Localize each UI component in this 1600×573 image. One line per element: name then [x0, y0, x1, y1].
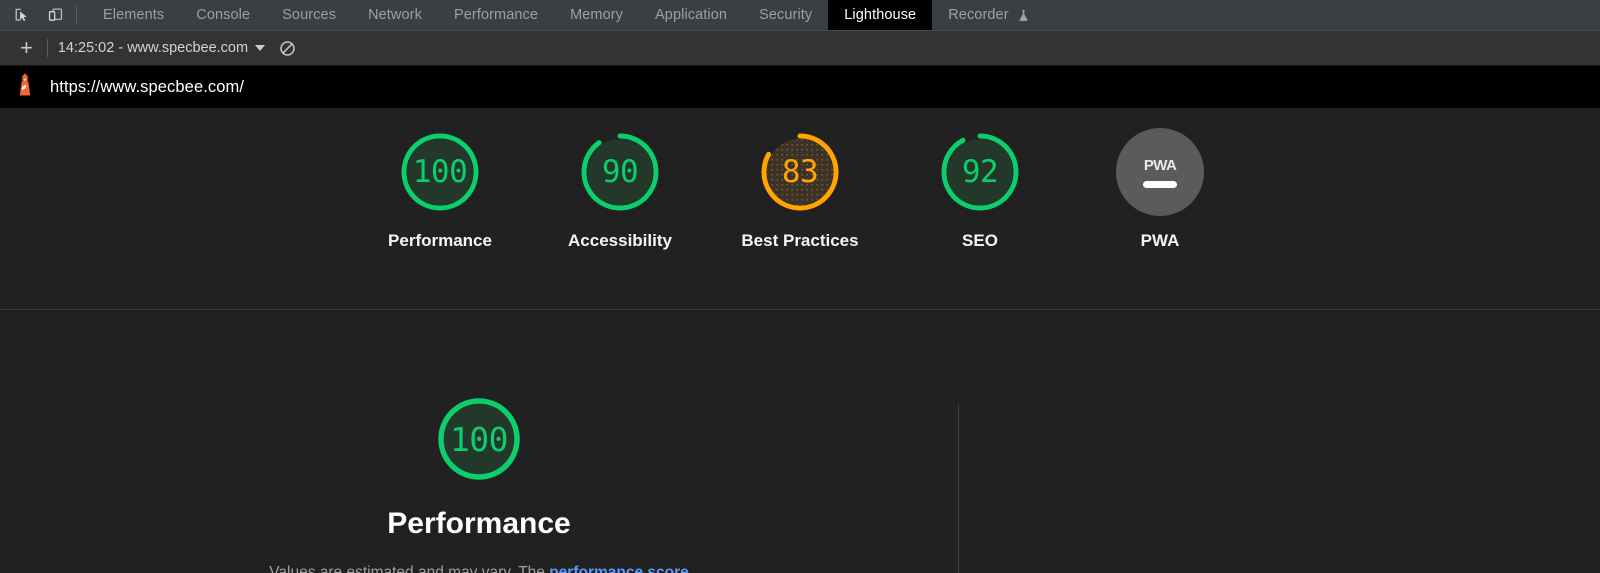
gauge-ring: 90	[576, 128, 664, 216]
category-header: 100 Performance Values are estimated and…	[0, 310, 958, 573]
devtools-tabs: Elements Console Sources Network Perform…	[87, 0, 1046, 30]
devtools-tool-icons	[0, 0, 72, 30]
lighthouse-logo-icon	[14, 72, 36, 103]
tab-label: Lighthouse	[844, 7, 917, 23]
category-title: Performance	[387, 507, 571, 540]
tab-elements[interactable]: Elements	[87, 0, 180, 30]
inspect-element-icon[interactable]	[10, 4, 32, 26]
gauge-ring: 83	[756, 128, 844, 216]
tab-memory[interactable]: Memory	[554, 0, 639, 30]
gauge-score: 90	[601, 154, 639, 190]
category-disclaimer: Values are estimated and may vary. The p…	[269, 563, 689, 573]
gauge-score: 83	[781, 154, 819, 190]
gauge-accessibility[interactable]: 90 Accessibility	[556, 128, 684, 254]
pwa-word: PWA	[1143, 156, 1177, 174]
new-report-button[interactable]: +	[12, 37, 41, 59]
tab-recorder[interactable]: Recorder	[932, 0, 1045, 30]
gauge-label: Best Practices	[741, 231, 859, 250]
gauge-label: Performance	[388, 231, 492, 250]
tab-security[interactable]: Security	[743, 0, 828, 30]
tab-sources[interactable]: Sources	[266, 0, 352, 30]
pwa-badge: PWA	[1116, 128, 1204, 216]
chevron-down-icon	[255, 45, 266, 51]
tab-performance[interactable]: Performance	[438, 0, 554, 30]
disclaimer-text: Values are estimated and may vary. The	[269, 564, 550, 573]
tab-label: Network	[368, 7, 422, 23]
tab-network[interactable]: Network	[352, 0, 438, 30]
gauge-best-practices[interactable]: 83 Best Practices	[736, 128, 864, 254]
gauge-seo[interactable]: 92 SEO	[916, 128, 1044, 254]
flask-icon	[1017, 9, 1030, 22]
gauge-performance[interactable]: 100 Performance	[376, 128, 504, 254]
report-url-bar: https://www.specbee.com/	[0, 66, 1600, 108]
category-gauge[interactable]: 100	[433, 393, 525, 485]
device-toolbar-icon[interactable]	[44, 4, 66, 26]
tab-label: Recorder	[948, 7, 1009, 23]
gauge-pwa[interactable]: PWA PWA	[1096, 128, 1224, 254]
tab-label: Console	[196, 7, 251, 23]
category-gauge-score: 100	[449, 419, 509, 459]
tab-label: Memory	[570, 7, 624, 23]
report-run-label: 14:25:02 - www.specbee.com	[57, 40, 249, 56]
performance-score-link[interactable]: performance score	[549, 564, 689, 573]
toolbar-separator	[46, 39, 48, 57]
gauge-score: 100	[412, 154, 468, 190]
tab-console[interactable]: Console	[180, 0, 266, 30]
report-run-selector[interactable]: 14:25:02 - www.specbee.com	[57, 40, 266, 56]
tab-label: Elements	[103, 7, 165, 23]
category-detail-section: 100 Performance Values are estimated and…	[0, 310, 1600, 573]
section-vertical-divider	[958, 404, 959, 573]
gauge-ring: 92	[936, 128, 1024, 216]
report-url: https://www.specbee.com/	[50, 77, 245, 96]
tab-label: Sources	[282, 7, 337, 23]
gauge-label: Accessibility	[568, 231, 672, 250]
gauge-ring: 100	[396, 128, 484, 216]
devtools-tab-bar: Elements Console Sources Network Perform…	[0, 0, 1600, 31]
tab-label: Performance	[453, 7, 539, 23]
score-summary: 100 Performance 90 Accessibility 83 Best…	[0, 108, 1600, 310]
pwa-dash-icon	[1143, 180, 1177, 188]
gauge-label: SEO	[962, 231, 998, 250]
tab-label: Application	[655, 7, 728, 23]
tab-application[interactable]: Application	[639, 0, 743, 30]
toolbar-divider	[76, 6, 77, 24]
gauge-label: PWA	[1140, 231, 1180, 250]
tab-label: Security	[759, 7, 813, 23]
tab-lighthouse[interactable]: Lighthouse	[828, 0, 933, 30]
gauge-score: 92	[961, 154, 999, 190]
lighthouse-toolbar: + 14:25:02 - www.specbee.com	[0, 31, 1600, 66]
clear-all-icon[interactable]	[279, 40, 296, 57]
